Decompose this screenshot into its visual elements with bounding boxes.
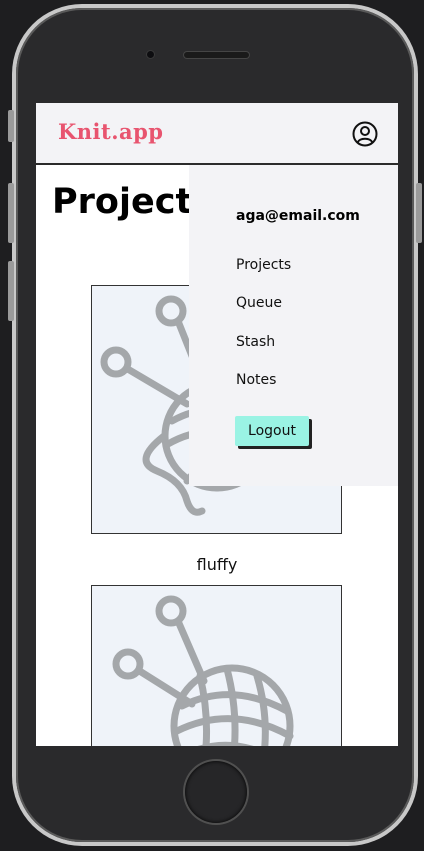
app-header: Knit.app bbox=[36, 103, 398, 165]
phone-side-button-silent bbox=[8, 110, 14, 142]
yarn-ball-needles-icon bbox=[112, 595, 294, 746]
project-name: fluffy bbox=[196, 555, 238, 574]
user-email: aga@email.com bbox=[236, 208, 360, 224]
menu-item-notes[interactable]: Notes bbox=[236, 372, 276, 388]
account-dropdown-menu: aga@email.com Projects Queue Stash Notes… bbox=[189, 165, 398, 486]
app-screen: Knit.app Projects n bbox=[36, 103, 398, 746]
phone-volume-down-button bbox=[8, 261, 14, 321]
menu-item-queue[interactable]: Queue bbox=[236, 295, 282, 311]
project-card[interactable] bbox=[91, 585, 342, 746]
earpiece-speaker bbox=[184, 52, 249, 58]
phone-power-button bbox=[416, 183, 422, 243]
phone-volume-up-button bbox=[8, 183, 14, 243]
logout-button[interactable]: Logout bbox=[235, 416, 309, 446]
menu-item-stash[interactable]: Stash bbox=[236, 334, 275, 350]
menu-item-projects[interactable]: Projects bbox=[236, 257, 291, 273]
home-button[interactable] bbox=[185, 761, 247, 823]
front-camera bbox=[147, 51, 154, 58]
app-logo[interactable]: Knit.app bbox=[58, 119, 163, 144]
user-circle-icon[interactable] bbox=[352, 121, 378, 147]
